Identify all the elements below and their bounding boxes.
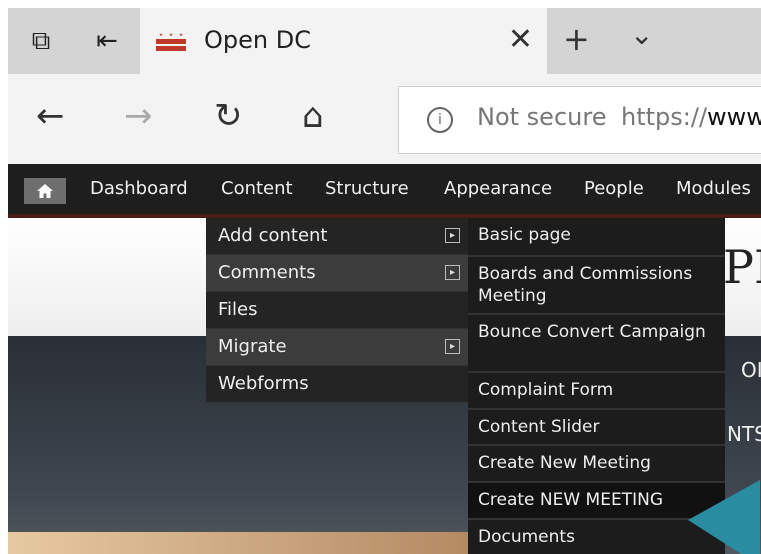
active-tab[interactable]: Open DC ✕ bbox=[140, 8, 547, 74]
highlight-arrow-icon bbox=[688, 480, 760, 554]
page-heading-fragment: PE bbox=[723, 240, 761, 294]
add-content-submenu: Basic page Boards and Commissions Meetin… bbox=[468, 218, 725, 554]
url-text: https://www bbox=[621, 103, 761, 131]
dc-flag-icon bbox=[156, 33, 186, 51]
submenu-arrow-icon: ▸ bbox=[445, 228, 460, 243]
info-icon[interactable]: i bbox=[427, 107, 453, 133]
submenu-item-boards-meeting[interactable]: Boards and Commissions Meeting bbox=[468, 257, 725, 315]
toolbar-content[interactable]: Content bbox=[221, 178, 293, 199]
home-icon bbox=[37, 184, 53, 198]
tab-list-chevron-icon[interactable]: ⌄ bbox=[630, 18, 653, 51]
navigation-bar: ← → ↻ ⌂ i Not secure https://www bbox=[8, 74, 761, 165]
back-arrow-icon[interactable]: ← bbox=[36, 96, 65, 136]
submenu-item-bounce-convert[interactable]: Bounce Convert Campaign bbox=[468, 315, 725, 373]
menu-item-add-content[interactable]: Add content ▸ bbox=[206, 218, 470, 255]
browser-window: ⧉ ⇤ Open DC ✕ + ⌄ ← → ↻ ⌂ i Not secure h… bbox=[8, 8, 761, 554]
address-bar[interactable]: i Not secure https://www bbox=[398, 86, 761, 154]
submenu-arrow-icon: ▸ bbox=[445, 339, 460, 354]
home-icon[interactable]: ⌂ bbox=[302, 96, 324, 136]
page-text-fragment: NTS bbox=[727, 422, 761, 446]
menu-item-migrate[interactable]: Migrate ▸ bbox=[206, 329, 470, 366]
tab-actions-icon[interactable]: ⧉ bbox=[16, 8, 66, 74]
security-label: Not secure bbox=[477, 103, 607, 131]
toolbar-structure[interactable]: Structure bbox=[325, 178, 409, 199]
tab-title: Open DC bbox=[204, 26, 311, 54]
menu-item-files[interactable]: Files bbox=[206, 292, 470, 329]
menu-item-comments[interactable]: Comments ▸ bbox=[206, 255, 470, 292]
refresh-icon[interactable]: ↻ bbox=[214, 96, 243, 136]
submenu-arrow-icon: ▸ bbox=[445, 265, 460, 280]
submenu-item-create-new-meeting-caps[interactable]: Create NEW MEETING bbox=[468, 483, 725, 520]
toolbar-modules[interactable]: Modules bbox=[676, 178, 751, 199]
menu-item-webforms[interactable]: Webforms bbox=[206, 366, 470, 403]
submenu-item-create-new-meeting[interactable]: Create New Meeting bbox=[468, 446, 725, 483]
submenu-item-complaint-form[interactable]: Complaint Form bbox=[468, 373, 725, 410]
tab-strip: ⧉ ⇤ Open DC ✕ + ⌄ bbox=[8, 8, 761, 74]
toolbar-home-button[interactable] bbox=[24, 178, 66, 204]
forward-arrow-icon[interactable]: → bbox=[124, 96, 153, 136]
toolbar-people[interactable]: People bbox=[584, 178, 644, 199]
close-tab-icon[interactable]: ✕ bbox=[508, 22, 533, 57]
toolbar-dashboard[interactable]: Dashboard bbox=[90, 178, 188, 199]
set-aside-tabs-icon[interactable]: ⇤ bbox=[82, 8, 132, 74]
toolbar-appearance[interactable]: Appearance bbox=[444, 178, 552, 199]
admin-toolbar: Dashboard Content Structure Appearance P… bbox=[8, 164, 761, 218]
content-dropdown-menu: Add content ▸ Comments ▸ Files Migrate ▸… bbox=[206, 218, 470, 403]
submenu-item-documents[interactable]: Documents bbox=[468, 520, 725, 554]
submenu-item-basic-page[interactable]: Basic page bbox=[468, 218, 725, 257]
page-text-fragment: OI bbox=[741, 358, 761, 382]
submenu-item-content-slider[interactable]: Content Slider bbox=[468, 410, 725, 446]
page-image-strip bbox=[8, 532, 468, 554]
new-tab-icon[interactable]: + bbox=[563, 20, 590, 58]
